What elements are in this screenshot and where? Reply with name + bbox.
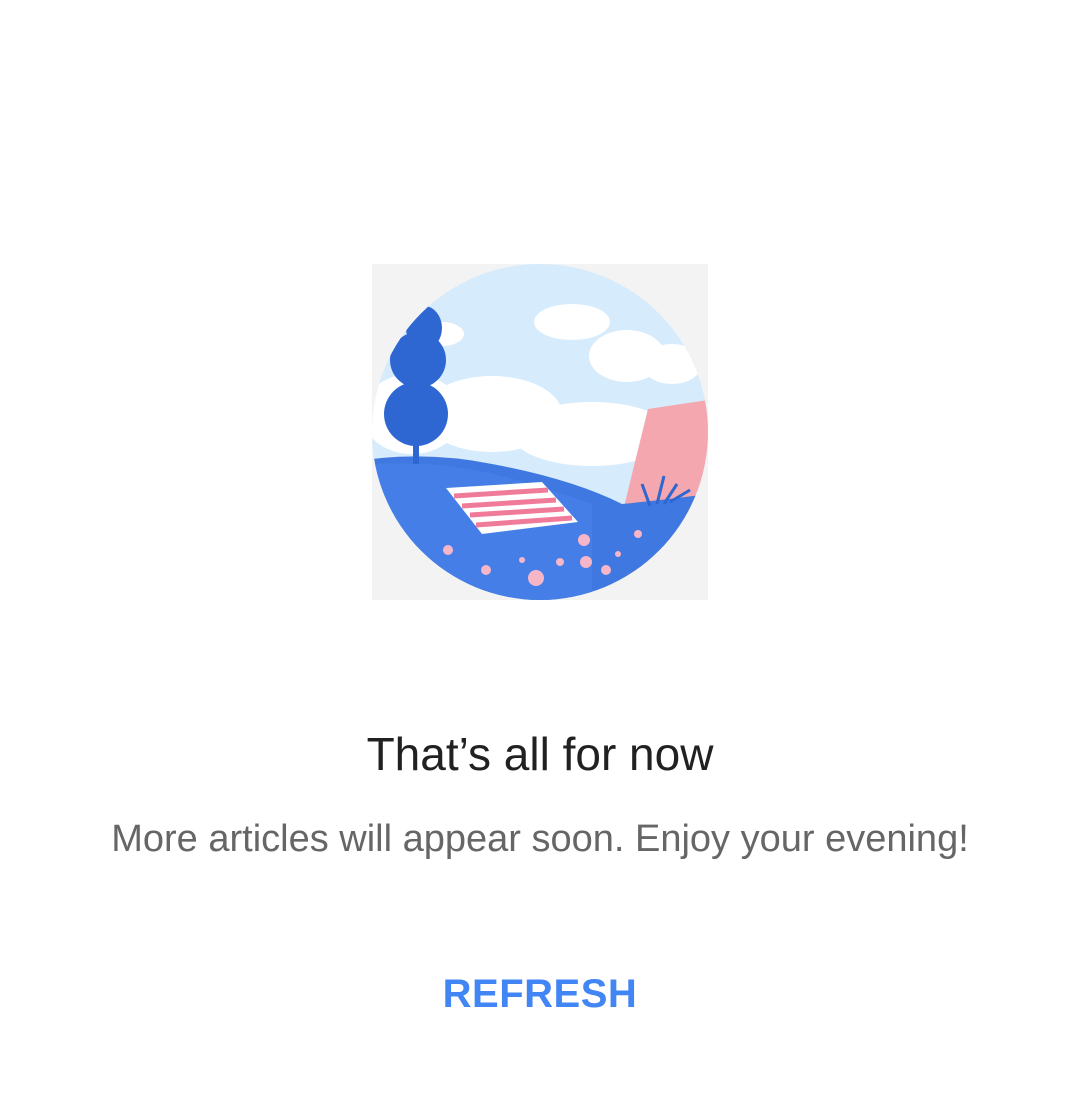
empty-state-title: That’s all for now [366,728,714,780]
empty-state-subtitle: More articles will appear soon. Enjoy yo… [111,818,969,860]
picnic-illustration [372,264,708,600]
picnic-illustration-svg [372,264,708,600]
refresh-button[interactable]: REFRESH [400,958,680,1030]
empty-feed-screen: That’s all for now More articles will ap… [0,0,1080,1094]
